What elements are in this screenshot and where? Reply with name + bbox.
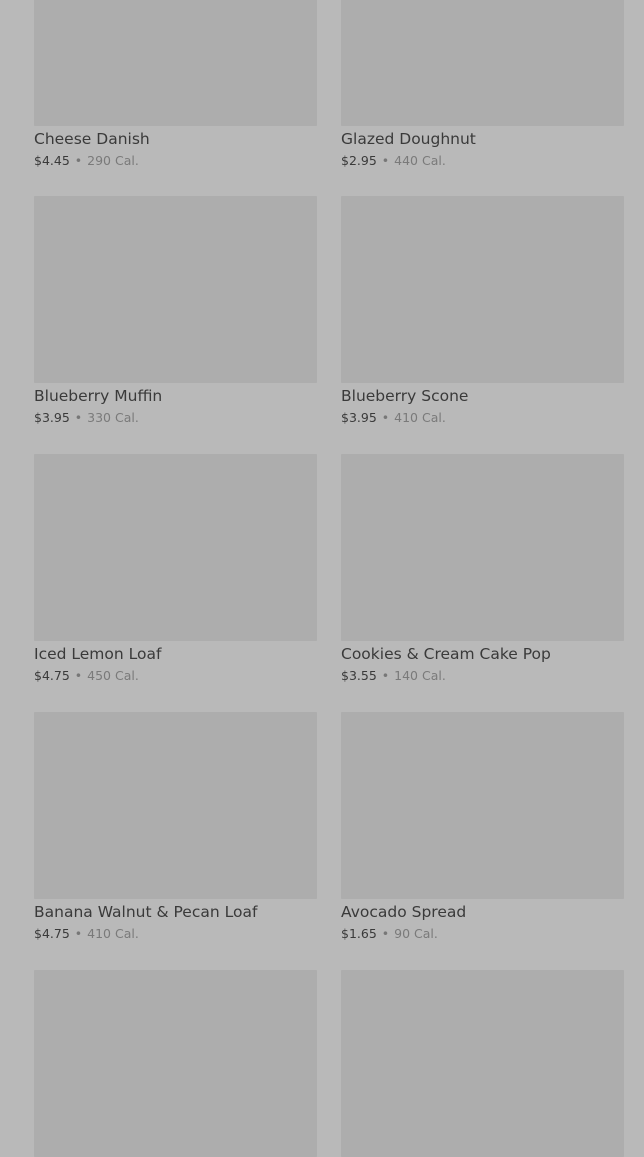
product-meta: $4.75 • 450 Cal. bbox=[34, 669, 317, 683]
product-price: $3.55 bbox=[341, 668, 377, 683]
product-image[interactable] bbox=[34, 454, 317, 641]
product-price: $4.75 bbox=[34, 668, 70, 683]
menu-item-card[interactable]: Blueberry Muffin $3.95 • 330 Cal. bbox=[34, 196, 317, 425]
product-image[interactable] bbox=[341, 712, 624, 899]
product-price: $4.75 bbox=[34, 926, 70, 941]
product-calories: 450 Cal. bbox=[87, 668, 139, 683]
meta-separator: • bbox=[74, 410, 83, 425]
menu-item-grid: Cheese Danish $4.45 • 290 Cal. Glazed Do… bbox=[0, 0, 644, 1157]
product-image[interactable] bbox=[341, 970, 624, 1157]
product-meta: $2.95 • 440 Cal. bbox=[341, 154, 624, 168]
menu-item-card[interactable]: Iced Lemon Loaf $4.75 • 450 Cal. bbox=[34, 454, 317, 683]
product-calories: 410 Cal. bbox=[87, 926, 139, 941]
product-name[interactable]: Banana Walnut & Pecan Loaf bbox=[34, 904, 317, 921]
product-meta: $4.75 • 410 Cal. bbox=[34, 927, 317, 941]
product-calories: 410 Cal. bbox=[394, 410, 446, 425]
product-calories: 140 Cal. bbox=[394, 668, 446, 683]
product-meta: $3.95 • 330 Cal. bbox=[34, 411, 317, 425]
product-image[interactable] bbox=[34, 712, 317, 899]
product-calories: 90 Cal. bbox=[394, 926, 438, 941]
meta-separator: • bbox=[381, 153, 390, 168]
meta-separator: • bbox=[74, 926, 83, 941]
product-price: $1.65 bbox=[341, 926, 377, 941]
meta-separator: • bbox=[381, 668, 390, 683]
menu-item-card[interactable] bbox=[341, 970, 624, 1157]
menu-item-card[interactable]: Blueberry Scone $3.95 • 410 Cal. bbox=[341, 196, 624, 425]
product-price: $3.95 bbox=[341, 410, 377, 425]
product-name[interactable]: Blueberry Scone bbox=[341, 388, 624, 405]
product-image[interactable] bbox=[341, 454, 624, 641]
meta-separator: • bbox=[74, 153, 83, 168]
menu-item-card[interactable] bbox=[34, 970, 317, 1157]
menu-item-card[interactable]: Cookies & Cream Cake Pop $3.55 • 140 Cal… bbox=[341, 454, 624, 683]
menu-item-card[interactable]: Cheese Danish $4.45 • 290 Cal. bbox=[34, 0, 317, 168]
product-image[interactable] bbox=[341, 0, 624, 126]
product-name[interactable]: Avocado Spread bbox=[341, 904, 624, 921]
product-image[interactable] bbox=[341, 196, 624, 383]
meta-separator: • bbox=[381, 410, 390, 425]
menu-item-card[interactable]: Avocado Spread $1.65 • 90 Cal. bbox=[341, 712, 624, 941]
meta-separator: • bbox=[381, 926, 390, 941]
product-price: $2.95 bbox=[341, 153, 377, 168]
product-calories: 440 Cal. bbox=[394, 153, 446, 168]
product-image[interactable] bbox=[34, 970, 317, 1157]
product-meta: $3.55 • 140 Cal. bbox=[341, 669, 624, 683]
product-name[interactable]: Iced Lemon Loaf bbox=[34, 646, 317, 663]
meta-separator: • bbox=[74, 668, 83, 683]
product-image[interactable] bbox=[34, 0, 317, 126]
product-image[interactable] bbox=[34, 196, 317, 383]
product-name[interactable]: Cookies & Cream Cake Pop bbox=[341, 646, 624, 663]
product-meta: $4.45 • 290 Cal. bbox=[34, 154, 317, 168]
product-name[interactable]: Blueberry Muffin bbox=[34, 388, 317, 405]
menu-item-card[interactable]: Banana Walnut & Pecan Loaf $4.75 • 410 C… bbox=[34, 712, 317, 941]
product-price: $3.95 bbox=[34, 410, 70, 425]
product-name[interactable]: Glazed Doughnut bbox=[341, 131, 624, 148]
menu-item-card[interactable]: Glazed Doughnut $2.95 • 440 Cal. bbox=[341, 0, 624, 168]
product-calories: 290 Cal. bbox=[87, 153, 139, 168]
product-name[interactable]: Cheese Danish bbox=[34, 131, 317, 148]
product-calories: 330 Cal. bbox=[87, 410, 139, 425]
product-price: $4.45 bbox=[34, 153, 70, 168]
product-meta: $1.65 • 90 Cal. bbox=[341, 927, 624, 941]
product-meta: $3.95 • 410 Cal. bbox=[341, 411, 624, 425]
